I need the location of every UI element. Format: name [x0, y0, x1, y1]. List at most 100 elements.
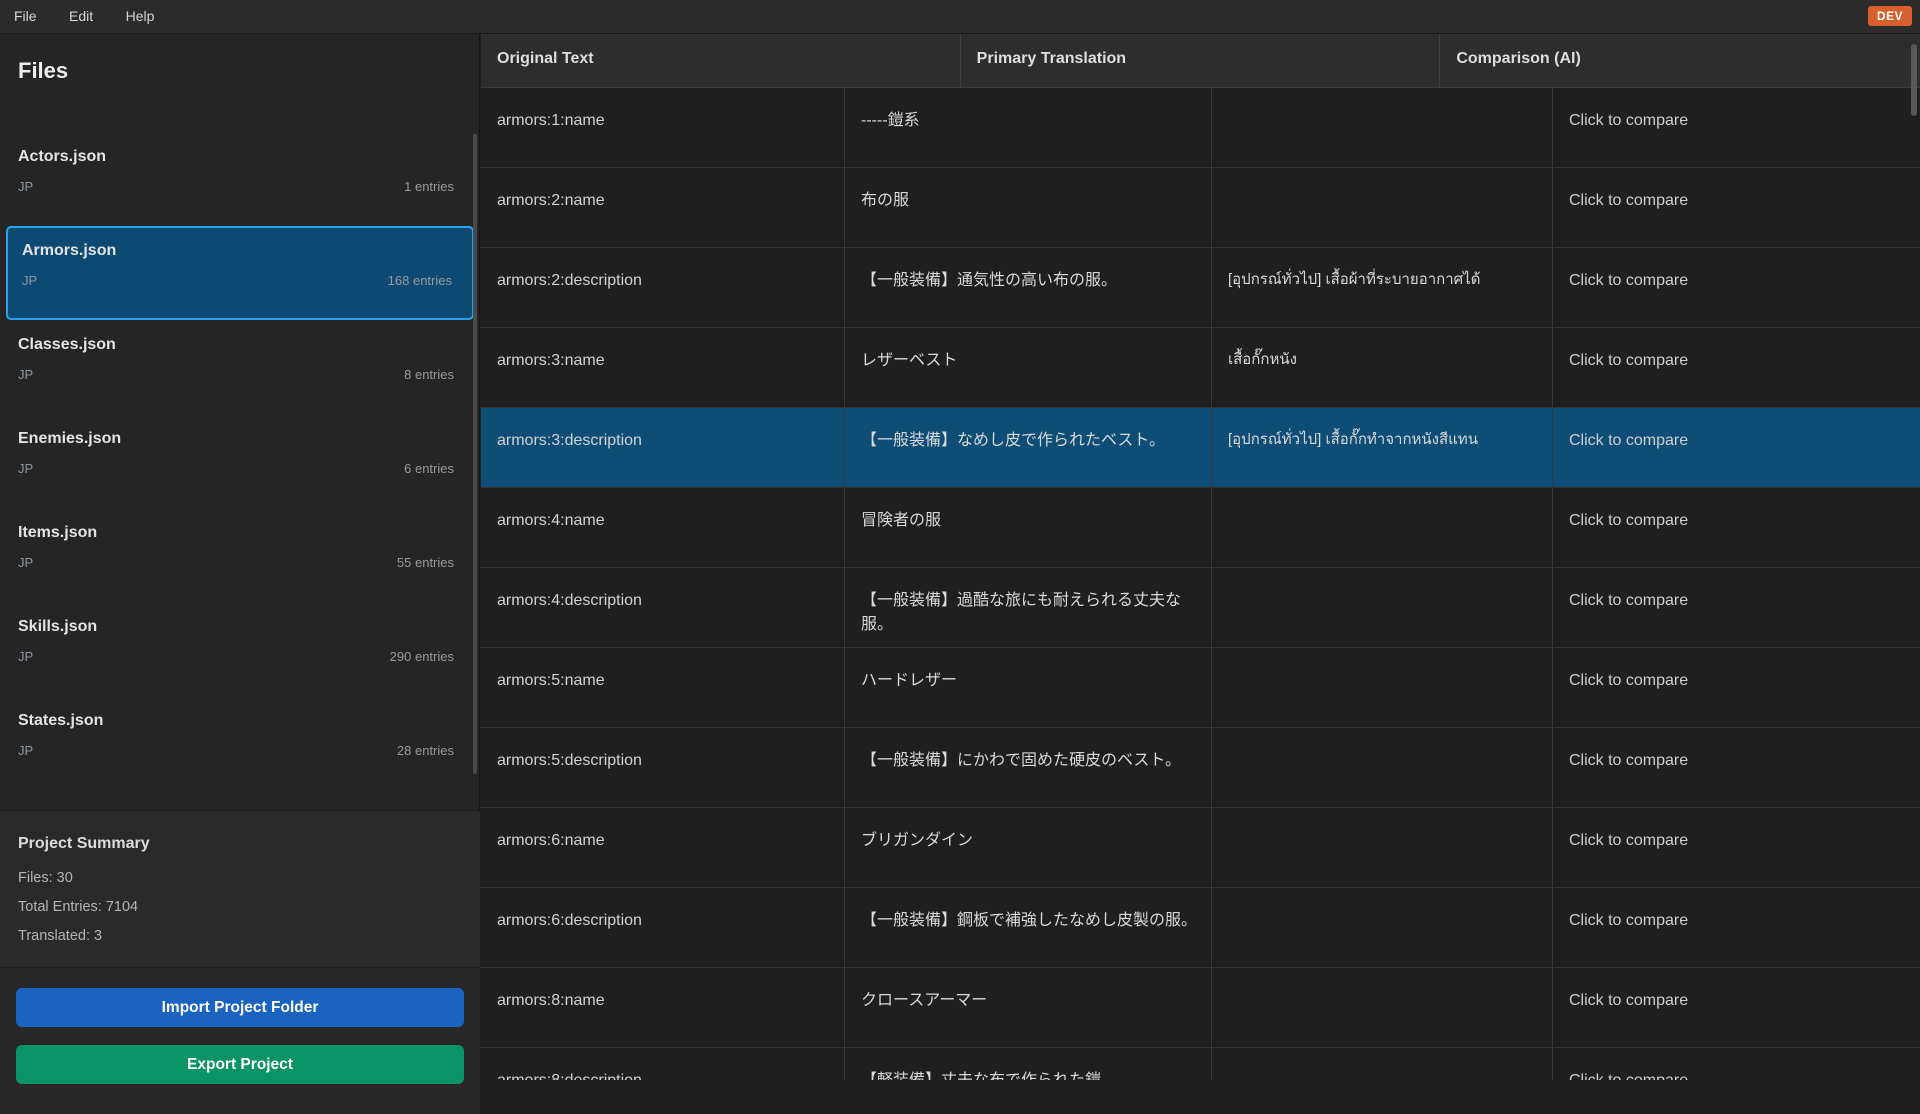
table-row[interactable]: armors:4:description【一般装備】過酷な旅にも耐えられる丈夫な… [481, 568, 1920, 648]
cell-original-text: クロースアーマー [845, 968, 1212, 1047]
project-summary: Project Summary Files: 30 Total Entries:… [0, 810, 480, 967]
cell-original-text: 【一般装備】鋼板で補強したなめし皮製の服。 [845, 888, 1212, 967]
cell-click-to-compare[interactable]: Click to compare [1553, 328, 1920, 407]
table-row[interactable]: armors:8:description【軽装備】丈夫な布で作られた鎧。 Clic… [481, 1048, 1920, 1080]
file-item-classes-json[interactable]: Classes.jsonJP8 entries [0, 320, 480, 414]
cell-click-to-compare[interactable]: Click to compare [1553, 648, 1920, 727]
files-panel-title: Files [0, 34, 479, 102]
table-row[interactable]: armors:6:description【一般装備】鋼板で補強したなめし皮製の服… [481, 888, 1920, 968]
cell-primary-translation [1212, 168, 1553, 247]
cell-entry-key: armors:2:description [481, 248, 845, 327]
table-row[interactable]: armors:2:description【一般装備】通気性の高い布の服。[อุป… [481, 248, 1920, 328]
menu-edit[interactable]: Edit [55, 0, 107, 34]
file-language-badge: JP [18, 649, 33, 664]
menu-help[interactable]: Help [112, 0, 169, 34]
cell-original-text: 【軽装備】丈夫な布で作られた鎧。 [845, 1048, 1212, 1080]
cell-entry-key: armors:1:name [481, 88, 845, 167]
cell-original-text: 【一般装備】にかわで固めた硬皮のベスト。 [845, 728, 1212, 807]
cell-entry-key: armors:3:description [481, 408, 845, 487]
file-entry-count: 6 entries [404, 461, 454, 476]
cell-click-to-compare[interactable]: Click to compare [1553, 568, 1920, 647]
cell-primary-translation: [อุปกรณ์ทั่วไป] เสื้อผ้าที่ระบายอากาศได้ [1212, 248, 1553, 327]
table-row[interactable]: armors:1:name-----鎧系 Click to compare [481, 88, 1920, 168]
menu-file[interactable]: File [0, 0, 51, 34]
sidebar: Files Actors.jsonJP1 entriesArmors.jsonJ… [0, 34, 480, 1080]
file-entry-count: 28 entries [397, 743, 454, 758]
cell-primary-translation [1212, 808, 1553, 887]
cell-click-to-compare[interactable]: Click to compare [1553, 1048, 1920, 1080]
table-row[interactable]: armors:5:description【一般装備】にかわで固めた硬皮のベスト。… [481, 728, 1920, 808]
cell-click-to-compare[interactable]: Click to compare [1553, 408, 1920, 487]
table-row[interactable]: armors:3:description【一般装備】なめし皮で作られたベスト。[… [481, 408, 1920, 488]
table-row[interactable]: armors:4:name冒険者の服Click to compare [481, 488, 1920, 568]
file-language-badge: JP [18, 461, 33, 476]
cell-click-to-compare[interactable]: Click to compare [1553, 488, 1920, 567]
file-meta: JP 6 entries [18, 461, 454, 476]
file-name: States.json [18, 712, 454, 730]
cell-original-text: 【一般装備】なめし皮で作られたベスト。 [845, 408, 1212, 487]
cell-entry-key: armors:5:description [481, 728, 845, 807]
sidebar-actions: Import Project Folder Export Project [0, 967, 480, 1114]
cell-primary-translation [1212, 888, 1553, 967]
file-item-enemies-json[interactable]: Enemies.json JP 6 entries [0, 414, 480, 508]
cell-entry-key: armors:4:description [481, 568, 845, 647]
file-item-items-json[interactable]: Items.jsonJP55 entries [0, 508, 480, 602]
translation-table: Original Text Primary Translation Compar… [481, 34, 1920, 1080]
table-row[interactable]: armors:6:nameブリガンダインClick to compare [481, 808, 1920, 888]
sidebar-scrollbar[interactable] [473, 134, 477, 774]
file-entry-count: 290 entries [390, 649, 454, 664]
cell-click-to-compare[interactable]: Click to compare [1553, 168, 1920, 247]
table-row[interactable]: armors:5:nameハードレザーClick to compare [481, 648, 1920, 728]
table-scrollbar[interactable] [1911, 44, 1917, 116]
file-language-badge: JP [18, 743, 33, 758]
file-entry-count: 55 entries [397, 555, 454, 570]
file-meta: JP 290 entries [18, 649, 454, 664]
file-meta: JP55 entries [18, 555, 454, 570]
file-item-skills-json[interactable]: Skills.json JP 290 entries [0, 602, 480, 696]
cell-entry-key: armors:6:description [481, 888, 845, 967]
cell-click-to-compare[interactable]: Click to compare [1553, 808, 1920, 887]
cell-original-text: -----鎧系 [845, 88, 1212, 167]
cell-original-text: 布の服 [845, 168, 1212, 247]
cell-primary-translation [1212, 88, 1553, 167]
cell-click-to-compare[interactable]: Click to compare [1553, 888, 1920, 967]
file-language-badge: JP [22, 273, 37, 288]
project-summary-title: Project Summary [18, 835, 462, 853]
summary-files-count: Files: 30 [18, 870, 462, 886]
file-item-armors-json[interactable]: Armors.jsonJP168 entries [6, 226, 474, 320]
file-meta: JP 28 entries [18, 743, 454, 758]
cell-primary-translation [1212, 488, 1553, 567]
cell-primary-translation [1212, 1048, 1553, 1080]
file-name: Enemies.json [18, 430, 454, 448]
file-item-states-json[interactable]: States.json JP 28 entries [0, 696, 480, 790]
cell-click-to-compare[interactable]: Click to compare [1553, 248, 1920, 327]
table-row[interactable]: armors:3:nameレザーベストเสื้อกั๊กหนังClick to… [481, 328, 1920, 408]
menu-bar: File Edit Help DEV [0, 0, 1920, 34]
cell-original-text: ハードレザー [845, 648, 1212, 727]
export-project-button[interactable]: Export Project [16, 1045, 464, 1084]
file-meta: JP 1 entries [18, 179, 454, 194]
file-language-badge: JP [18, 367, 33, 382]
cell-original-text: 【一般装備】通気性の高い布の服。 [845, 248, 1212, 327]
table-row[interactable]: armors:2:name布の服Click to compare [481, 168, 1920, 248]
cell-click-to-compare[interactable]: Click to compare [1553, 88, 1920, 167]
file-entry-count: 1 entries [404, 179, 454, 194]
cell-click-to-compare[interactable]: Click to compare [1553, 728, 1920, 807]
table-body: armors:1:name-----鎧系Click to comparearmo… [481, 88, 1920, 1080]
file-name: Armors.json [22, 242, 452, 260]
file-language-badge: JP [18, 179, 33, 194]
file-item-actors-json[interactable]: Actors.jsonJP1 entries [0, 132, 480, 226]
cell-primary-translation: [อุปกรณ์ทั่วไป] เสื้อกั๊กทำจากหนังสีแทน [1212, 408, 1553, 487]
file-name: Skills.json [18, 618, 454, 636]
cell-click-to-compare[interactable]: Click to compare [1553, 968, 1920, 1047]
file-list: Actors.jsonJP1 entriesArmors.jsonJP168 e… [0, 132, 480, 810]
summary-translated-count: Translated: 3 [18, 928, 462, 944]
cell-entry-key: armors:3:name [481, 328, 845, 407]
cell-original-text: レザーベスト [845, 328, 1212, 407]
dev-badge: DEV [1868, 6, 1912, 26]
table-row[interactable]: armors:8:nameクロースアーマーClick to compare [481, 968, 1920, 1048]
cell-entry-key: armors:4:name [481, 488, 845, 567]
cell-entry-key: armors:8:description [481, 1048, 845, 1080]
summary-total-entries: Total Entries: 7104 [18, 899, 462, 915]
import-project-button[interactable]: Import Project Folder [16, 988, 464, 1027]
